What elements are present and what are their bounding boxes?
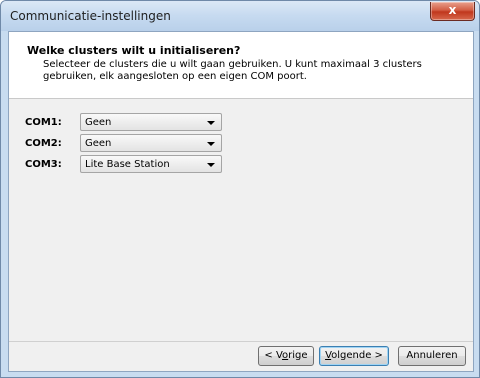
chevron-down-icon: [207, 163, 215, 167]
title-bar[interactable]: Communicatie-instellingen x: [1, 1, 479, 31]
com1-select[interactable]: Geen: [80, 113, 222, 131]
wizard-header: Welke clusters wilt u initialiseren? Sel…: [9, 32, 473, 99]
close-icon: x: [448, 3, 457, 17]
com1-label: COM1:: [25, 117, 62, 128]
com2-row: COM2: Geen: [9, 134, 473, 154]
next-button[interactable]: Volgende >: [319, 346, 389, 366]
com3-label: COM3:: [25, 159, 62, 170]
com1-value: Geen: [85, 117, 112, 128]
cancel-button[interactable]: Annuleren: [398, 346, 466, 366]
com3-select[interactable]: Lite Base Station: [80, 155, 222, 173]
com2-value: Geen: [85, 138, 112, 149]
com1-row: COM1: Geen: [9, 113, 473, 133]
back-button[interactable]: < Vorige: [258, 346, 314, 366]
com2-label: COM2:: [25, 138, 62, 149]
back-label-prefix: < V: [264, 350, 283, 361]
dialog-client-area: Welke clusters wilt u initialiseren? Sel…: [8, 31, 474, 372]
next-label-suffix: olgende >: [331, 350, 383, 361]
chevron-down-icon: [207, 121, 215, 125]
close-button[interactable]: x: [430, 2, 475, 21]
back-label-suffix: rige: [288, 350, 308, 361]
page-heading: Welke clusters wilt u initialiseren?: [27, 44, 241, 57]
page-subtitle: Selecteer de clusters die u wilt gaan ge…: [43, 59, 422, 82]
dialog-window: Communicatie-instellingen x Welke cluste…: [0, 0, 480, 378]
port-settings-panel: COM1: Geen COM2: Geen COM3: Lite Base St…: [9, 99, 473, 342]
chevron-down-icon: [207, 142, 215, 146]
com2-select[interactable]: Geen: [80, 134, 222, 152]
com3-row: COM3: Lite Base Station: [9, 155, 473, 175]
window-title: Communicatie-instellingen: [10, 9, 171, 23]
com3-value: Lite Base Station: [85, 159, 170, 170]
button-bar: < Vorige Volgende > Annuleren: [9, 342, 473, 371]
